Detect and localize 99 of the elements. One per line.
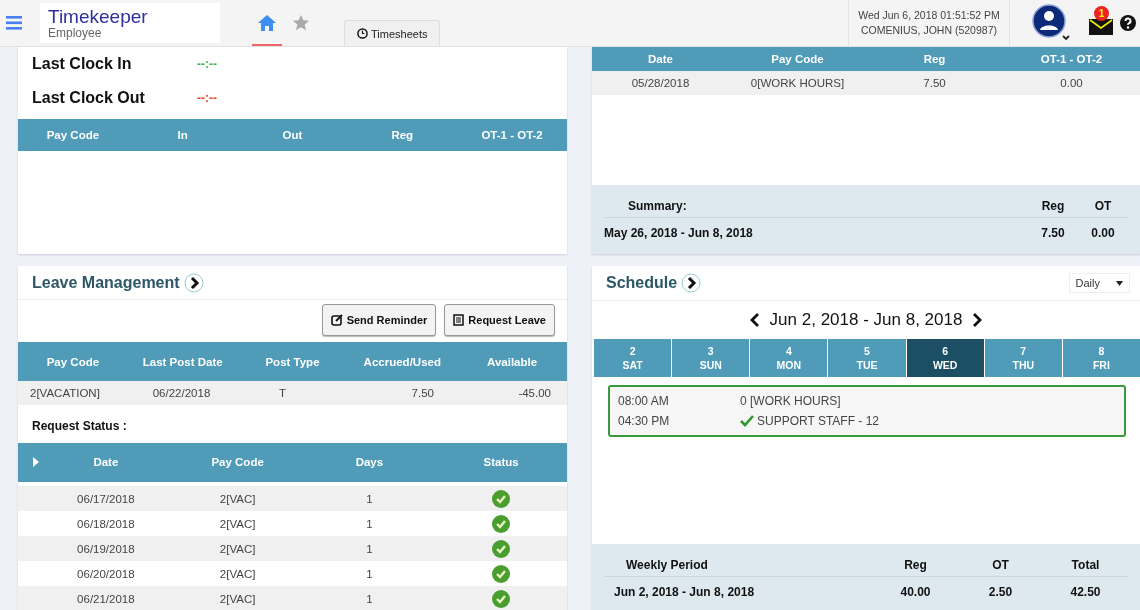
column-header: Date	[647, 53, 674, 65]
day-tab[interactable]: 7 THU	[984, 339, 1062, 377]
day-tab[interactable]: 2 SAT	[594, 339, 672, 377]
panel-title: Leave Management	[32, 273, 180, 292]
day-tab[interactable]: 6 WED	[906, 339, 984, 377]
summary-value: 7.50	[1040, 226, 1066, 240]
column-header: Days	[354, 456, 385, 469]
mail-icon[interactable]	[1089, 19, 1113, 35]
table-cell-text: 06/22/2018	[151, 387, 212, 400]
column-header: Status	[482, 456, 520, 469]
table-cell-text: 1	[365, 492, 374, 505]
table-cell-text: 06/17/2018	[76, 492, 136, 505]
table-cell-text: 2[VACATION]	[29, 387, 101, 400]
column-header: Post Type	[264, 355, 321, 368]
request-leave-button[interactable]: Request Leave	[444, 304, 555, 337]
send-reminder-button[interactable]: Send Reminder	[321, 304, 437, 337]
next-icon[interactable]	[972, 313, 983, 327]
column-header: Pay Code	[770, 53, 825, 65]
timesheets-tab[interactable]: Timesheets	[344, 20, 441, 46]
summary-period: May 26, 2018 - Jun 8, 2018	[604, 226, 754, 240]
column-header: OT-1 - OT-2	[1039, 53, 1104, 65]
table-cell-text: 1	[365, 592, 374, 605]
column-header: Total	[1070, 558, 1101, 572]
summary-title: Summary:	[627, 199, 688, 213]
column-header: Accrued/Used	[362, 355, 442, 368]
table-cell-text: 7.50	[922, 77, 947, 89]
day-tab[interactable]: 5 TUE	[828, 339, 906, 377]
app-title: Timekeeper	[48, 6, 149, 26]
column-header: Out	[281, 129, 304, 141]
table-cell-text: 2[VAC]	[218, 592, 257, 605]
table-cell-text: 06/21/2018	[76, 592, 136, 605]
column-header: Pay Code	[45, 355, 101, 368]
current-datetime: Wed Jun 6, 2018 01:51:52 PM	[858, 8, 1000, 23]
clock-label: Last Clock Out	[32, 89, 146, 107]
table-cell-text: 05/28/2018	[630, 77, 691, 89]
clock-value: --:--	[197, 91, 217, 105]
column-header: OT-1 - OT-2	[480, 129, 544, 141]
table-cell-text: T	[278, 387, 287, 400]
summary-period: Jun 2, 2018 - Jun 8, 2018	[613, 585, 756, 599]
table-cell-text: 1	[365, 567, 374, 580]
table-cell-text: 06/20/2018	[76, 567, 136, 580]
request-status-label: Request Status :	[31, 417, 128, 435]
star-icon	[292, 14, 310, 32]
summary-value: 2.50	[987, 585, 1014, 599]
document-icon	[453, 314, 465, 327]
day-tab[interactable]: 8 FRI	[1062, 339, 1140, 377]
column-header: Reg	[922, 53, 947, 65]
column-header: Reg	[390, 129, 415, 141]
table-cell-text: 2[VAC]	[218, 517, 257, 530]
column-header: Pay Code	[45, 129, 101, 141]
table-cell-text: -45.00	[517, 387, 552, 400]
table-cell-text: 7.50	[410, 387, 435, 400]
edit-icon	[330, 314, 343, 327]
day-tab[interactable]: 3 SUN	[672, 339, 750, 377]
user-avatar-icon[interactable]	[1032, 3, 1070, 43]
column-header: Pay Code	[210, 456, 265, 469]
entry-text: 0 [WORK HOURS]	[740, 394, 841, 408]
date-range: Jun 2, 2018 - Jun 8, 2018	[769, 310, 963, 330]
clock-label: Last Clock In	[32, 55, 133, 73]
table-cell-text: 0.00	[1059, 77, 1084, 89]
previous-icon[interactable]	[749, 313, 760, 327]
column-header: Reg	[903, 558, 928, 572]
column-header: OT	[991, 558, 1010, 572]
chevron-right-icon[interactable]	[681, 273, 702, 293]
column-header: OT	[1093, 199, 1113, 213]
home-icon	[257, 14, 277, 32]
chevron-right-icon[interactable]	[183, 272, 204, 293]
app-subtitle: Employee	[48, 25, 102, 40]
entry-time: 08:00 AM	[618, 394, 670, 408]
dropdown-caret-icon	[1116, 280, 1123, 286]
table-cell-text: 2[VAC]	[218, 567, 257, 580]
help-icon[interactable]	[1120, 15, 1136, 31]
column-header: Reg	[1040, 199, 1066, 213]
column-header: Date	[92, 456, 120, 469]
table-cell-text: 2[VAC]	[218, 542, 257, 555]
column-header: Weekly Period	[625, 558, 709, 572]
view-dropdown[interactable]: Daily	[1068, 273, 1130, 293]
expand-icon[interactable]	[32, 457, 40, 468]
column-header: Available	[486, 355, 539, 368]
table-cell-text: 06/19/2018	[76, 542, 136, 555]
summary-value: 0.00	[1090, 226, 1116, 240]
summary-value: 40.00	[899, 585, 932, 599]
table-cell-text: 1	[365, 517, 374, 530]
clock-value: --:--	[197, 57, 217, 71]
menu-icon[interactable]	[6, 16, 22, 30]
table-cell-text: 06/18/2018	[76, 517, 136, 530]
table-cell-text: 1	[365, 542, 374, 555]
notification-badge: 1	[1094, 6, 1109, 21]
entry-text: SUPPORT STAFF - 12	[757, 414, 880, 428]
entry-time: 04:30 PM	[618, 414, 671, 428]
table-cell-text: 2[VAC]	[218, 492, 257, 505]
summary-value: 42.50	[1069, 585, 1102, 599]
column-header: Last Post Date	[141, 355, 224, 368]
clock-icon	[357, 28, 368, 39]
day-tab[interactable]: 4 MON	[750, 339, 828, 377]
panel-title: Schedule	[606, 274, 678, 292]
table-cell-text: 0[WORK HOURS]	[749, 77, 846, 89]
column-header: In	[176, 129, 189, 141]
user-name: COMENIUS, JOHN (520987)	[861, 23, 997, 38]
